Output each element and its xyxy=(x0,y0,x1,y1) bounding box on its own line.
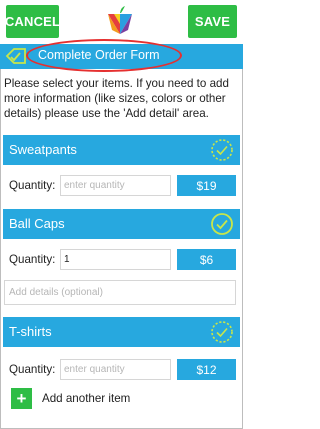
intro-text: Please select your items. If you need to… xyxy=(4,77,229,120)
item-header-t-shirts[interactable]: T-shirts xyxy=(3,317,240,347)
title-highlight-oval xyxy=(26,39,182,72)
quantity-label: Quantity: xyxy=(9,253,56,266)
item-header-ball-caps[interactable]: Ball Caps xyxy=(3,209,240,239)
unselected-check-icon[interactable] xyxy=(210,320,234,344)
app-logo-icon xyxy=(108,6,132,34)
unselected-check-icon[interactable] xyxy=(210,138,234,162)
quantity-label: Quantity: xyxy=(9,363,56,376)
quantity-input-ball-caps[interactable] xyxy=(60,249,171,270)
plus-icon[interactable]: + xyxy=(11,387,32,409)
add-item-label: Add another item xyxy=(42,391,131,405)
price-badge-ball-caps: $6 xyxy=(177,249,236,270)
selected-check-icon[interactable] xyxy=(210,212,234,236)
details-input-ball-caps[interactable] xyxy=(4,280,236,305)
save-button[interactable]: SAVE xyxy=(188,5,237,38)
quantity-input-t-shirts[interactable] xyxy=(60,359,171,380)
add-another-item-button[interactable]: + Add another item xyxy=(11,386,130,410)
price-badge-sweatpants: $19 xyxy=(177,175,236,196)
quantity-input-sweatpants[interactable] xyxy=(60,175,171,196)
top-bar: CANCEL SAVE xyxy=(0,0,243,44)
cancel-button[interactable]: CANCEL xyxy=(5,5,60,38)
form-tag-icon xyxy=(5,48,26,64)
price-badge-t-shirts: $12 xyxy=(177,359,236,380)
item-name: T-shirts xyxy=(9,324,52,339)
item-name: Sweatpants xyxy=(9,142,77,157)
item-header-sweatpants[interactable]: Sweatpants xyxy=(3,135,240,165)
item-name: Ball Caps xyxy=(9,216,65,231)
quantity-label: Quantity: xyxy=(9,179,56,192)
